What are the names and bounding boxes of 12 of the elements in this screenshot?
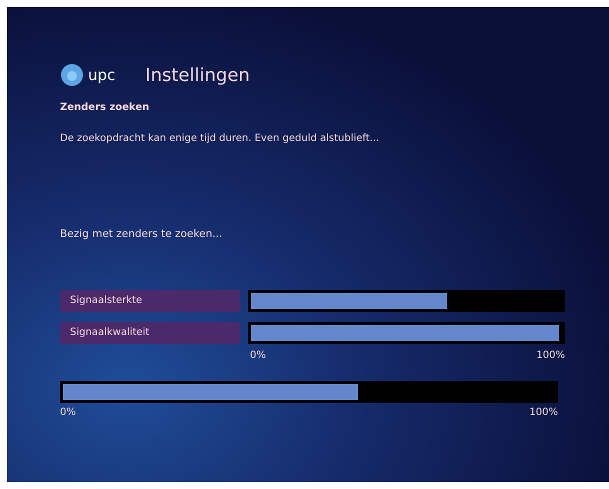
progress-max-label: 100% [529,407,558,418]
logo-icon [60,63,84,87]
meter-label: Signaalkwaliteit [60,322,240,344]
description-text: De zoekopdracht kan enige tijd duren. Even geduld alstublieft... [60,133,380,144]
section-title: Zenders zoeken [60,102,150,113]
page-title: Instellingen [145,64,250,86]
scale-max-label: 100% [536,350,565,361]
progress-min-label: 0% [60,407,76,418]
logo-text: upc [88,66,116,84]
status-text: Bezig met zenders te zoeken... [60,228,224,240]
meter-label: Signaalsterkte [60,290,240,312]
scale-min-label: 0% [250,350,266,361]
